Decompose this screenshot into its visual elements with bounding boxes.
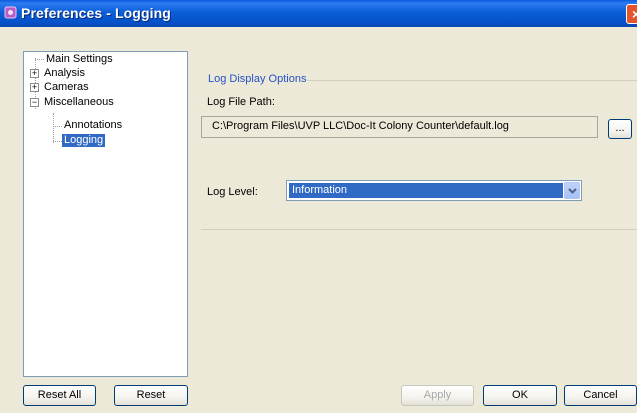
collapse-icon[interactable]: − bbox=[30, 98, 39, 107]
log-level-value: Information bbox=[289, 183, 563, 198]
close-button[interactable]: × bbox=[626, 4, 637, 24]
expand-icon[interactable]: + bbox=[30, 69, 39, 78]
app-icon bbox=[4, 6, 17, 19]
tree-connector bbox=[35, 59, 44, 60]
log-path-label: Log File Path: bbox=[207, 96, 275, 108]
group-title: Log Display Options bbox=[208, 73, 307, 85]
expand-icon[interactable]: + bbox=[30, 83, 39, 92]
tree-connector bbox=[53, 126, 62, 127]
log-path-field[interactable]: C:\Program Files\UVP LLC\Doc-It Colony C… bbox=[201, 116, 598, 138]
ok-button[interactable]: OK bbox=[483, 385, 557, 406]
reset-button[interactable]: Reset bbox=[114, 385, 188, 406]
preferences-tree[interactable]: Main Settings + Analysis + Cameras − Mis… bbox=[23, 51, 188, 377]
chevron-down-icon bbox=[568, 188, 577, 194]
tree-item-label: Logging bbox=[62, 134, 106, 147]
tree-item-label: Main Settings bbox=[46, 53, 113, 65]
window-title: Preferences - Logging bbox=[21, 5, 171, 21]
title-bar[interactable]: Preferences - Logging × bbox=[0, 0, 637, 27]
cancel-button[interactable]: Cancel bbox=[564, 385, 637, 406]
log-path-value: C:\Program Files\UVP LLC\Doc-It Colony C… bbox=[212, 120, 509, 132]
tree-connector bbox=[53, 141, 62, 142]
tree-item-label: Annotations bbox=[64, 119, 123, 131]
group-divider bbox=[307, 80, 637, 81]
tree-item-label: Analysis bbox=[44, 67, 85, 79]
dropdown-button[interactable] bbox=[564, 182, 580, 199]
tree-item-label: Miscellaneous bbox=[44, 96, 114, 108]
tree-item-label: Cameras bbox=[44, 81, 89, 93]
close-icon: × bbox=[632, 6, 637, 22]
group-bottom-divider bbox=[201, 229, 637, 230]
log-level-select[interactable]: Information bbox=[286, 180, 582, 201]
log-level-label: Log Level: bbox=[207, 186, 258, 198]
reset-all-button[interactable]: Reset All bbox=[23, 385, 96, 406]
tree-connector bbox=[53, 113, 54, 143]
browse-button[interactable]: ... bbox=[608, 119, 632, 139]
apply-button[interactable]: Apply bbox=[401, 385, 474, 406]
